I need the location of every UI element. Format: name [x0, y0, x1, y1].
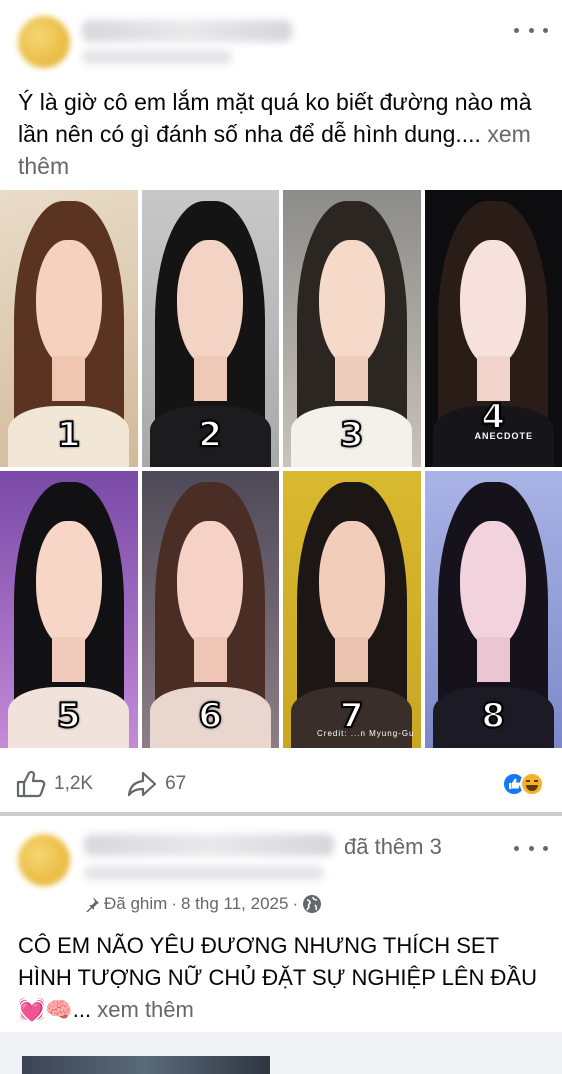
caption-text-2: CÔ EM NÃO YÊU ĐƯƠNG NHƯNG THÍCH SET HÌNH… — [18, 933, 537, 990]
photo-number-6: 6 — [197, 695, 223, 737]
photo-1[interactable]: 1 — [0, 190, 138, 467]
like-button[interactable]: 1,2K — [16, 770, 93, 798]
post-meta-blurred-2 — [84, 866, 324, 880]
photo-grid: 1 2 3 ANECDOTE 4 5 6 Credit: ...n Myung-… — [0, 190, 562, 748]
photo-number-2: 2 — [197, 414, 223, 456]
photo-number-8: 8 — [480, 695, 506, 737]
photo-number-4: 4 — [480, 396, 506, 438]
photo-6[interactable]: 6 — [141, 471, 279, 748]
post-actions-bar: 1,2K 67 — [16, 764, 546, 804]
pinned-meta: Đã ghim · 8 thg 11, 2025 · — [84, 894, 322, 914]
photo-8[interactable]: 8 — [424, 471, 562, 748]
added-photos-text: đã thêm 3 — [344, 834, 442, 859]
see-more-link-2[interactable]: xem thêm — [97, 997, 194, 1022]
photo-3[interactable]: 3 — [283, 190, 421, 467]
haha-icon — [520, 772, 544, 796]
share-button[interactable]: 67 — [127, 771, 186, 797]
post-date[interactable]: 8 thg 11, 2025 — [181, 894, 288, 914]
pinned-label: Đã ghim — [104, 894, 168, 913]
more-options-icon-2[interactable] — [514, 838, 548, 858]
photo-watermark-7: Credit: ...n Myung-Gu — [317, 729, 415, 738]
photo-4[interactable]: ANECDOTE 4 — [424, 190, 562, 467]
meta-dot: · — [292, 894, 299, 913]
preview-image[interactable] — [22, 1056, 270, 1074]
more-options-icon[interactable] — [514, 20, 548, 40]
photo-number-3: 3 — [339, 414, 365, 456]
photo-number-5: 5 — [56, 695, 82, 737]
meta-dot: · — [171, 894, 177, 913]
globe-icon — [303, 895, 322, 913]
author-name-blurred-2[interactable] — [84, 834, 334, 856]
photo-number-7: 7 — [339, 695, 365, 737]
thumbs-up-icon — [16, 770, 46, 798]
reaction-summary[interactable] — [502, 772, 544, 796]
photo-7[interactable]: Credit: ...n Myung-Gu 7 — [283, 471, 421, 748]
share-count: 67 — [165, 773, 187, 794]
post-1: Ý là giờ cô em lắm mặt quá ko biết đường… — [0, 0, 562, 812]
post-caption-2: CÔ EM NÃO YÊU ĐƯƠNG NHƯNG THÍCH SET HÌNH… — [18, 933, 537, 1022]
photo-5[interactable]: 5 — [0, 471, 138, 748]
post-caption: Ý là giờ cô em lắm mặt quá ko biết đường… — [18, 86, 544, 182]
caption-text: Ý là giờ cô em lắm mặt quá ko biết đường… — [18, 89, 532, 147]
pin-icon — [86, 897, 99, 912]
author-avatar[interactable] — [18, 16, 70, 68]
post-meta-blurred — [82, 50, 232, 64]
caption-emojis: 💓🧠 — [18, 997, 73, 1022]
photo-number-1: 1 — [56, 414, 82, 456]
post-2: đã thêm 3 Đã ghim · 8 thg 11, 2025 · CÔ … — [0, 816, 562, 1074]
attachment-preview[interactable] — [0, 1032, 562, 1074]
like-count: 1,2K — [54, 773, 94, 794]
share-icon — [127, 771, 157, 797]
author-avatar-2[interactable] — [18, 834, 70, 886]
photo-2[interactable]: 2 — [141, 190, 279, 467]
author-name-blurred[interactable] — [82, 20, 292, 42]
